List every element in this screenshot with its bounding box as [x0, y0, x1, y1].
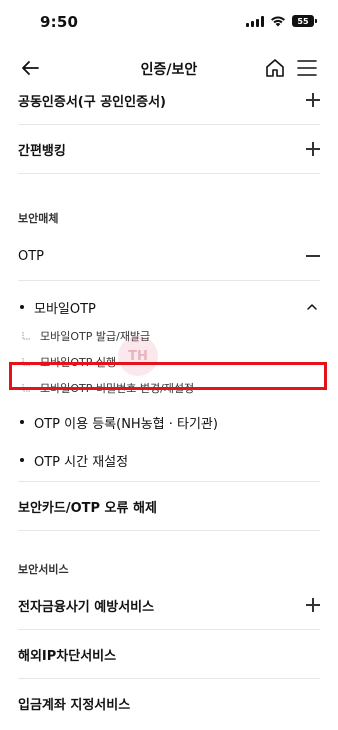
submenu-mobile-otp[interactable]: 모바일OTP: [18, 291, 320, 323]
menu-item-label: 전자금융사기 예방서비스: [18, 599, 155, 615]
chevron-up-icon[interactable]: [306, 301, 318, 313]
menu-item-label: 해외IP차단서비스: [18, 648, 117, 664]
minus-icon[interactable]: [306, 249, 320, 263]
menu-item-certificate[interactable]: 공동인증서(구 공인인증서): [18, 76, 320, 124]
submenu-label: 모바일OTP: [34, 301, 96, 317]
wifi-icon: [271, 16, 285, 27]
menu-item-simple-banking[interactable]: 간편뱅킹: [18, 125, 320, 173]
menu-item-label: 공동인증서(구 공인인증서): [18, 94, 166, 110]
menu-item-label: 보안카드/OTP 오류 해제: [18, 500, 157, 516]
submenu-otp-register[interactable]: OTP 이용 등록(NH농협 · 타기관): [18, 405, 320, 439]
menu-list: 공동인증서(구 공인인증서) 간편뱅킹 보안매체 OTP 모바일OTP 모바일O…: [0, 76, 338, 727]
submenu-label: OTP 시간 재설정: [34, 454, 129, 470]
battery-icon: 55: [292, 15, 317, 27]
plus-icon[interactable]: [306, 93, 320, 107]
menu-item-label: 입금계좌 지정서비스: [18, 697, 131, 713]
leaf-item-otp-issue[interactable]: 모바일OTP 발급/재발급: [22, 323, 320, 349]
cellular-signal-icon: [246, 15, 264, 27]
submenu-otp-time-reset[interactable]: OTP 시간 재설정: [18, 439, 320, 481]
status-bar: 9:50 55: [0, 0, 338, 44]
bullet-icon: [20, 305, 24, 309]
menu-item-fraud-prevention[interactable]: 전자금융사기 예방서비스: [18, 581, 320, 629]
highlight-box: [9, 362, 327, 390]
bullet-icon: [20, 420, 24, 424]
plus-icon[interactable]: [306, 598, 320, 612]
bullet-icon: [20, 458, 24, 462]
tree-branch-icon: [22, 331, 30, 339]
menu-item-card-error-release[interactable]: 보안카드/OTP 오류 해제: [18, 482, 320, 530]
menu-item-otp[interactable]: OTP: [18, 232, 320, 280]
section-heading-security-service: 보안서비스: [18, 563, 69, 576]
status-time: 9:50: [40, 13, 79, 31]
submenu-label: OTP 이용 등록(NH농협 · 타기관): [34, 416, 218, 432]
status-icons: 55: [246, 15, 317, 27]
menu-item-deposit-account[interactable]: 입금계좌 지정서비스: [18, 679, 320, 727]
plus-icon[interactable]: [306, 142, 320, 156]
menu-item-label: OTP: [18, 248, 45, 264]
menu-item-label: 간편뱅킹: [18, 143, 66, 159]
menu-item-foreign-ip-block[interactable]: 해외IP차단서비스: [18, 630, 320, 678]
section-heading-security-media: 보안매체: [18, 212, 59, 225]
battery-level: 55: [297, 16, 309, 26]
